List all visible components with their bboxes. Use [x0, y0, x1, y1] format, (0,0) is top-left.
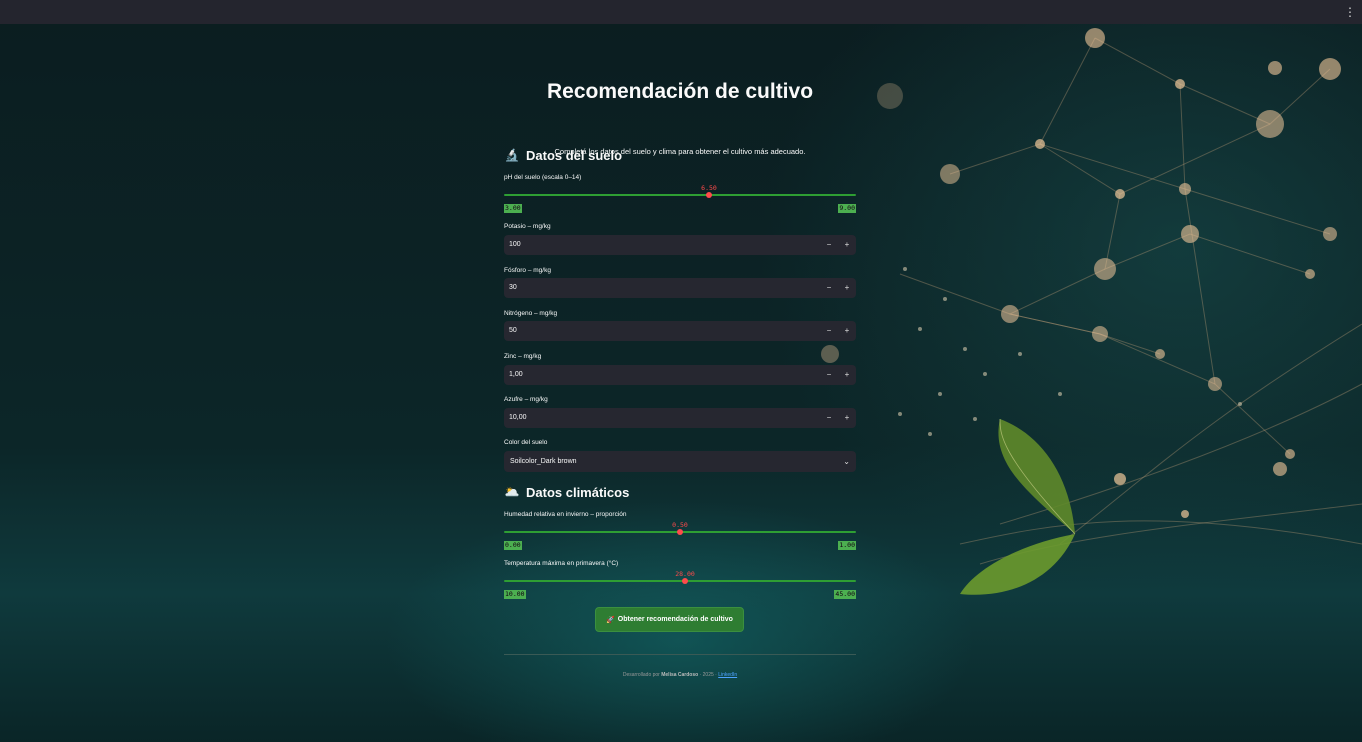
get-recommendation-label: Obtener recomendación de cultivo: [617, 616, 733, 623]
fosforo-input[interactable]: 30 − +: [504, 278, 856, 298]
fosforo-decrement-button[interactable]: −: [820, 278, 838, 298]
humedad-label: Humedad relativa en invierno – proporció…: [504, 511, 627, 518]
soil-color-label: Color del suelo: [504, 439, 548, 446]
ph-slider-min: 3.00: [504, 204, 522, 213]
potasio-decrement-button[interactable]: −: [820, 235, 838, 255]
ph-slider-value: 6.50: [701, 184, 717, 192]
soil-color-select[interactable]: Soilcolor_Dark brown ⌄: [504, 451, 856, 472]
zinc-decrement-button[interactable]: −: [820, 365, 838, 385]
ph-label: pH del suelo (escala 0–14): [504, 174, 582, 181]
humedad-slider-thumb[interactable]: [677, 529, 683, 535]
fosforo-increment-button[interactable]: +: [838, 278, 856, 298]
azufre-label: Azufre – mg/kg: [504, 396, 548, 403]
temp-slider-track[interactable]: [504, 580, 856, 582]
nitrogeno-decrement-button[interactable]: −: [820, 321, 838, 341]
footer-prefix: Desarrollado por: [622, 672, 660, 678]
nitrogeno-label: Nitrógeno – mg/kg: [504, 310, 558, 317]
fosforo-label: Fósforo – mg/kg: [504, 267, 551, 274]
fosforo-value[interactable]: 30: [509, 278, 517, 298]
soil-section-heading: 🔬 Datos del suelo: [504, 146, 623, 164]
azufre-value[interactable]: 10,00: [509, 408, 527, 428]
potasio-label: Potasio – mg/kg: [504, 223, 551, 230]
linkedin-link[interactable]: LinkedIn: [718, 672, 737, 678]
zinc-input[interactable]: 1,00 − +: [504, 365, 856, 385]
climate-section-title: Datos climáticos: [526, 484, 630, 500]
page-title: Recomendación de cultivo: [546, 80, 814, 103]
zinc-label: Zinc – mg/kg: [504, 353, 542, 360]
azufre-input[interactable]: 10,00 − +: [504, 408, 856, 428]
soil-color-value[interactable]: Soilcolor_Dark brown: [510, 451, 577, 472]
soil-section-title: Datos del suelo: [526, 147, 623, 163]
azufre-increment-button[interactable]: +: [838, 408, 856, 428]
humedad-slider[interactable]: 0.50 0.00 1.00: [504, 521, 856, 551]
nitrogeno-increment-button[interactable]: +: [838, 321, 856, 341]
get-recommendation-button[interactable]: 🚀 Obtener recomendación de cultivo: [595, 607, 744, 632]
potasio-value[interactable]: 100: [509, 235, 521, 255]
ph-slider-thumb[interactable]: [706, 192, 712, 198]
humedad-slider-min: 0.00: [504, 541, 522, 550]
humedad-slider-value: 0.50: [672, 521, 688, 529]
microscope-icon: 🔬: [504, 148, 520, 162]
cloud-sun-icon: 🌥️: [504, 485, 520, 499]
more-options-icon[interactable]: ⋮: [1344, 4, 1356, 20]
potasio-input[interactable]: 100 − +: [504, 235, 856, 255]
temp-slider-value: 28.00: [675, 570, 695, 578]
divider: [504, 654, 856, 655]
azufre-decrement-button[interactable]: −: [820, 408, 838, 428]
ph-slider[interactable]: 6.50 3.00 9.00: [504, 184, 856, 214]
nitrogeno-input[interactable]: 50 − +: [504, 321, 856, 341]
climate-section-heading: 🌥️ Datos climáticos: [504, 483, 630, 501]
footer: Desarrollado por Melisa Cardoso · 2025 ·…: [504, 672, 856, 678]
potasio-increment-button[interactable]: +: [838, 235, 856, 255]
humedad-slider-max: 1.00: [838, 541, 856, 550]
zinc-increment-button[interactable]: +: [838, 365, 856, 385]
chevron-down-icon[interactable]: ⌄: [843, 451, 850, 472]
footer-author: Melisa Cardoso: [661, 672, 699, 678]
ph-slider-track[interactable]: [504, 194, 856, 196]
temp-label: Temperatura máxima en primavera (°C): [504, 560, 619, 567]
footer-year: · 2025 ·: [699, 672, 717, 678]
temp-slider-thumb[interactable]: [682, 578, 688, 584]
rocket-icon: 🚀: [606, 616, 615, 624]
temp-slider-max: 45.00: [834, 590, 856, 599]
temp-slider[interactable]: 28.00 10.00 45.00: [504, 570, 856, 600]
temp-slider-min: 10.00: [504, 590, 526, 599]
ph-slider-max: 9.00: [838, 204, 856, 213]
top-toolbar: ⋮: [0, 0, 1362, 24]
nitrogeno-value[interactable]: 50: [509, 321, 517, 341]
zinc-value[interactable]: 1,00: [509, 365, 523, 385]
